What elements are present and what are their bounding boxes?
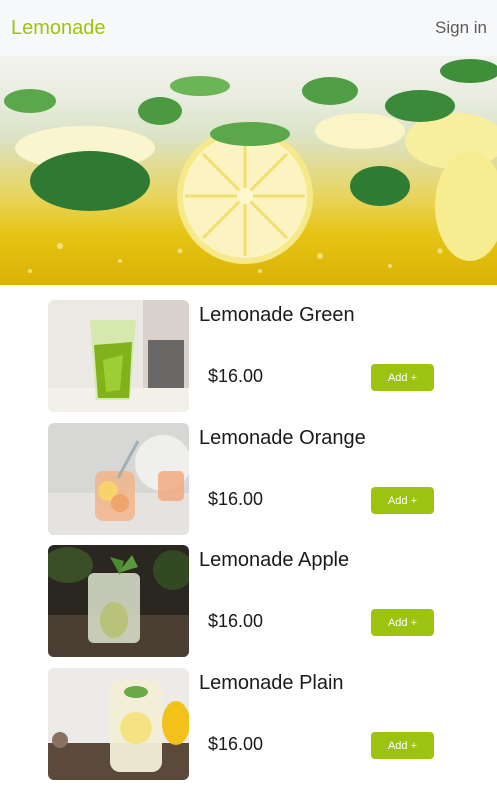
product-price: $16.00 [208, 611, 264, 631]
product-image[interactable] [48, 423, 189, 535]
product-price: $16.00 [208, 734, 264, 754]
product-name: Lemonade Plain [199, 672, 344, 694]
add-to-cart-button[interactable]: Add + [371, 487, 434, 514]
product-image[interactable] [48, 300, 189, 412]
product-card: Lemonade Green $16.00 Add + [48, 300, 448, 412]
product-card: Lemonade Plain $16.00 Add + [48, 668, 448, 780]
product-image[interactable] [48, 545, 189, 657]
navbar: Lemonade Sign in [0, 0, 497, 56]
product-name: Lemonade Apple [199, 549, 350, 571]
product-name: Lemonade Green [199, 304, 355, 326]
add-to-cart-button[interactable]: Add + [371, 609, 434, 636]
product-image[interactable] [48, 668, 189, 780]
product-price: $16.00 [208, 489, 264, 509]
product-card: Lemonade Orange $16.00 Add + [48, 423, 448, 535]
hero-image [0, 56, 497, 285]
product-price: $16.00 [208, 366, 264, 386]
product-name: Lemonade Orange [199, 427, 366, 449]
add-to-cart-button[interactable]: Add + [371, 732, 434, 759]
product-card: Lemonade Apple $16.00 Add + [48, 545, 448, 657]
add-to-cart-button[interactable]: Add + [371, 364, 434, 391]
sign-in-link[interactable]: Sign in [435, 18, 487, 38]
brand-link[interactable]: Lemonade [11, 16, 106, 40]
